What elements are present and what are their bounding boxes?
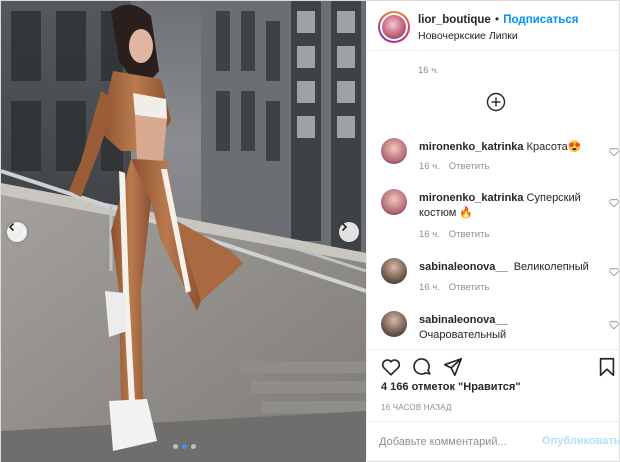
add-comment-bar: Опубликовать (367, 421, 620, 462)
plus-circle-icon[interactable] (486, 92, 506, 112)
comment-username[interactable]: sabinaleonova__ (419, 313, 591, 328)
comments-list[interactable]: 16 ч. mironenko_katrinka Красота😍 16 ч. От… (367, 51, 620, 349)
photo-illustration (1, 1, 366, 462)
comment-username[interactable]: sabinaleonova__ (419, 261, 508, 273)
comment-text-block: sabinaleonova__ Очаровательный (419, 313, 594, 343)
comment-text: Великолепный (513, 261, 589, 273)
comment-meta: 16 ч. Ответить (419, 229, 489, 240)
instagram-post: lior_boutique • Подписаться Новочеркские… (0, 0, 620, 462)
carousel-dot-active (182, 444, 187, 449)
user-line: lior_boutique • Подписаться (418, 14, 578, 26)
comment-text-block: mironenko_katrinka Суперский костюм 🔥 (419, 191, 594, 221)
commenter-avatar[interactable] (381, 258, 407, 284)
comment-icon[interactable] (411, 356, 433, 378)
publish-button[interactable]: Опубликовать (542, 435, 620, 447)
post-side-panel: lior_boutique • Подписаться Новочеркские… (366, 1, 620, 462)
carousel-dot (191, 444, 196, 449)
comment-time: 16 ч. (419, 282, 440, 293)
comment-time: 16 ч. (419, 161, 440, 172)
chevron-right-icon (341, 222, 348, 232)
post-timestamp: 16 ЧАСОВ НАЗАД (381, 403, 452, 412)
heart-icon[interactable] (609, 198, 619, 208)
reply-button[interactable]: Ответить (449, 229, 490, 240)
follow-button[interactable]: Подписаться (503, 14, 578, 26)
carousel-prev-button[interactable] (7, 222, 27, 242)
reply-button[interactable]: Ответить (449, 161, 490, 172)
comment-time: 16 ч. (419, 229, 440, 240)
post-photo[interactable] (1, 1, 366, 462)
carousel-dot (173, 444, 178, 449)
likes-count[interactable]: 4 166 отметок "Нравится" (381, 381, 521, 393)
commenter-avatar[interactable] (381, 189, 407, 215)
carousel-next-button[interactable] (339, 222, 359, 242)
avatar-border (380, 13, 408, 41)
post-header: lior_boutique • Подписаться Новочеркские… (367, 1, 620, 51)
username-link[interactable]: lior_boutique (418, 14, 491, 26)
comment-username[interactable]: mironenko_katrinka (419, 192, 524, 204)
location-link[interactable]: Новочеркские Липки (418, 30, 518, 42)
post-actions: 4 166 отметок "Нравится" 16 ЧАСОВ НАЗАД (367, 349, 620, 421)
comment-text-block: sabinaleonova__ Великолепный (419, 260, 594, 275)
comment-input[interactable] (379, 431, 529, 453)
comment-text: Очаровательный (419, 329, 507, 341)
caption-timestamp: 16 ч. (418, 65, 439, 76)
paper-plane-icon[interactable] (442, 356, 464, 378)
comment-meta: 16 ч. Ответить (419, 161, 489, 172)
heart-icon[interactable] (609, 267, 619, 277)
comment-text: Красота😍 (526, 141, 582, 153)
avatar[interactable] (378, 11, 410, 43)
heart-icon[interactable] (380, 356, 402, 378)
heart-icon[interactable] (609, 147, 619, 157)
separator-dot: • (495, 14, 500, 26)
commenter-avatar[interactable] (381, 138, 407, 164)
comment-username[interactable]: mironenko_katrinka (419, 141, 524, 153)
heart-icon[interactable] (609, 320, 619, 330)
reply-button[interactable]: Ответить (449, 282, 490, 293)
comment-text-block: mironenko_katrinka Красота😍 (419, 140, 594, 155)
bookmark-icon[interactable] (596, 356, 618, 378)
commenter-avatar[interactable] (381, 311, 407, 337)
chevron-left-icon (8, 222, 15, 232)
comment-meta: 16 ч. Ответить (419, 282, 489, 293)
avatar-image (382, 15, 406, 39)
carousel-indicator (173, 444, 196, 449)
